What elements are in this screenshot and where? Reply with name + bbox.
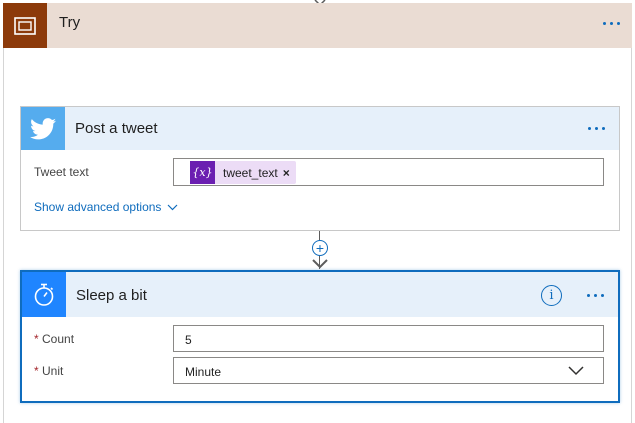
- unit-select[interactable]: Minute: [173, 357, 604, 384]
- count-label-text: Count: [42, 332, 75, 346]
- tweet-text-label: Tweet text: [34, 165, 89, 179]
- show-advanced-options-label: Show advanced options: [34, 200, 162, 214]
- show-advanced-options-link[interactable]: Show advanced options: [34, 200, 178, 214]
- twitter-icon: [21, 107, 65, 150]
- required-marker: *: [34, 364, 39, 378]
- required-marker: *: [34, 332, 39, 346]
- chevron-down-icon: [568, 366, 584, 376]
- unit-label-text: Unit: [42, 364, 64, 378]
- scope-icon: [3, 3, 47, 48]
- try-scope-header[interactable]: [3, 3, 632, 48]
- count-label: * Count: [34, 332, 74, 346]
- token-label: tweet_text: [223, 165, 278, 180]
- count-input[interactable]: 5: [173, 325, 604, 352]
- post-tweet-menu-button[interactable]: [588, 127, 605, 130]
- sleep-title: Sleep a bit: [76, 287, 147, 304]
- unit-label: * Unit: [34, 364, 63, 378]
- post-tweet-title: Post a tweet: [75, 120, 158, 137]
- token-remove-button[interactable]: ×: [283, 166, 296, 180]
- info-icon[interactable]: i: [541, 285, 562, 306]
- variable-icon: {x}: [190, 161, 215, 184]
- sleep-menu-button[interactable]: [587, 294, 604, 297]
- connector-arrow-icon: [312, 259, 328, 269]
- timer-icon: [22, 272, 66, 317]
- chevron-down-icon: [168, 204, 178, 210]
- tweet-text-token[interactable]: {x} tweet_text ×: [190, 161, 296, 184]
- try-scope-menu-button[interactable]: [603, 22, 620, 25]
- add-step-button[interactable]: +: [312, 240, 328, 256]
- try-scope-title: Try: [59, 14, 81, 31]
